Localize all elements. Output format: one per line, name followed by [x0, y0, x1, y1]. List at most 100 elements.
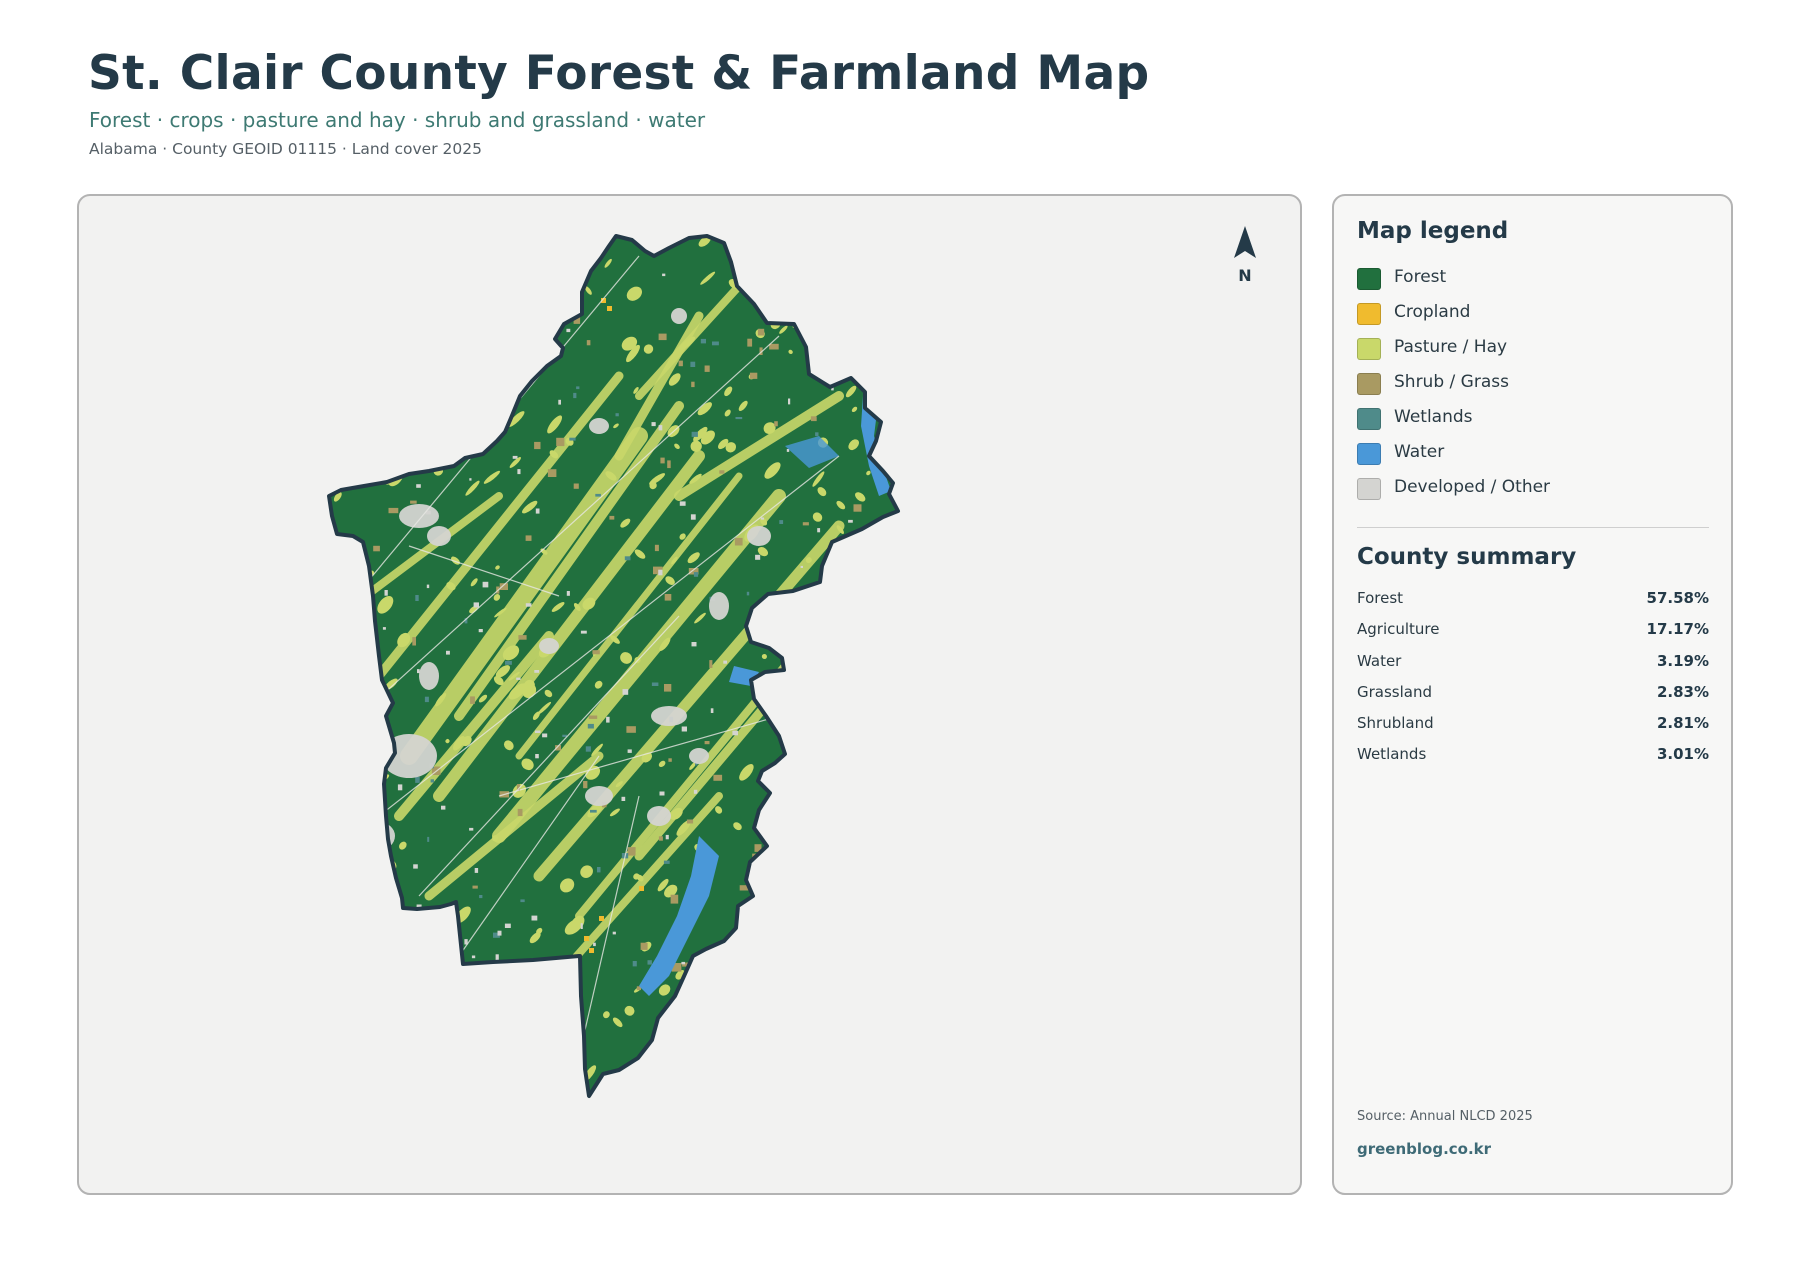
- pasture-patch: [487, 991, 496, 1001]
- pasture-patch: [370, 300, 376, 306]
- pasture-patch: [452, 334, 469, 352]
- wetland-patch: [819, 680, 825, 685]
- developed-patch: [469, 478, 472, 481]
- page-subtitle: Forest · crops · pasture and hay · shrub…: [89, 108, 706, 132]
- shrub-patch: [704, 365, 710, 372]
- pasture-patch: [823, 919, 840, 934]
- pasture-patch: [842, 681, 855, 693]
- developed-patch: [436, 453, 443, 457]
- legend-item-wetlands: Wetlands: [1357, 404, 1709, 439]
- shrub-patch: [660, 457, 665, 464]
- pasture-patch: [825, 885, 839, 898]
- pasture-patch: [536, 1003, 554, 1018]
- developed-patch: [760, 517, 764, 520]
- pasture-patch: [361, 845, 375, 860]
- pasture-patch: [821, 282, 832, 293]
- side-panel: Map legend Forest Cropland Pasture / Hay…: [1332, 194, 1733, 1195]
- pasture-patch: [842, 884, 853, 895]
- legend-swatch: [1357, 443, 1381, 465]
- developed-patch: [828, 867, 834, 871]
- county-map[interactable]: [79, 196, 1300, 1193]
- developed-patch: [535, 730, 541, 733]
- developed-patch: [441, 805, 446, 810]
- developed-patch: [357, 631, 361, 637]
- cropland-patch: [599, 916, 604, 921]
- developed-area: [399, 504, 439, 528]
- shrub-patch: [470, 696, 475, 704]
- pasture-patch: [544, 345, 554, 356]
- developed-patch: [819, 847, 823, 852]
- wetland-patch: [771, 963, 777, 970]
- developed-patch: [876, 972, 879, 978]
- developed-patch: [369, 883, 373, 889]
- developed-patch: [383, 936, 387, 941]
- developed-patch: [810, 639, 814, 646]
- developed-patch: [861, 794, 868, 798]
- pasture-patch: [449, 946, 459, 959]
- developed-area: [651, 706, 687, 726]
- shrub-patch: [658, 333, 667, 341]
- developed-patch: [471, 955, 476, 959]
- pasture-patch: [844, 559, 850, 566]
- pasture-patch: [491, 299, 501, 307]
- developed-patch: [665, 834, 669, 840]
- legend-item-shrub-grass: Shrub / Grass: [1357, 369, 1709, 404]
- legend-swatch: [1357, 268, 1381, 290]
- shrub-patch: [388, 507, 399, 514]
- credit-link[interactable]: greenblog.co.kr: [1357, 1140, 1491, 1158]
- pasture-patch: [815, 730, 826, 740]
- pasture-patch: [373, 454, 389, 472]
- developed-patch: [352, 806, 356, 812]
- wetland-patch: [770, 881, 774, 887]
- wetland-patch: [587, 723, 594, 729]
- legend-item-water: Water: [1357, 439, 1709, 474]
- developed-patch: [659, 791, 665, 796]
- summary-title: County summary: [1357, 544, 1577, 570]
- shrub-patch: [664, 684, 672, 692]
- developed-patch: [814, 649, 817, 655]
- legend-label: Cropland: [1394, 302, 1471, 322]
- legend-swatch: [1357, 338, 1381, 360]
- developed-patch: [681, 961, 685, 965]
- developed-patch: [517, 469, 521, 475]
- pasture-patch: [358, 917, 368, 927]
- pasture-patch: [413, 1070, 421, 1078]
- developed-patch: [507, 984, 514, 990]
- summary-value: 2.83%: [1656, 682, 1709, 701]
- shrub-patch: [853, 504, 862, 512]
- pasture-patch: [474, 317, 487, 331]
- wetland-patch: [746, 591, 750, 596]
- pasture-patch: [339, 382, 349, 392]
- shrub-patch: [769, 343, 779, 350]
- pasture-patch: [313, 533, 330, 551]
- summary-label: Wetlands: [1357, 745, 1427, 764]
- shrub-patch: [588, 715, 598, 719]
- developed-patch: [516, 677, 521, 680]
- shrub-patch: [488, 298, 494, 302]
- wetland-patch: [632, 961, 637, 967]
- summary-row-agriculture: Agriculture 17.17%: [1357, 617, 1709, 648]
- pasture-patch: [823, 666, 835, 680]
- shrub-patch: [709, 660, 713, 668]
- shrub-patch: [772, 893, 782, 902]
- developed-patch: [507, 301, 513, 308]
- developed-patch: [710, 708, 714, 713]
- pasture-patch: [374, 341, 385, 353]
- developed-patch: [495, 954, 499, 961]
- developed-patch: [369, 476, 373, 481]
- developed-patch: [416, 484, 421, 488]
- shrub-patch: [483, 388, 494, 396]
- summary-value: 17.17%: [1646, 620, 1709, 639]
- pasture-patch: [476, 426, 486, 437]
- pasture-patch: [727, 1015, 739, 1028]
- developed-patch: [710, 987, 713, 991]
- map-panel[interactable]: N: [77, 194, 1302, 1195]
- pasture-patch: [338, 368, 351, 384]
- wetland-patch: [576, 386, 580, 390]
- summary-row-water: Water 3.19%: [1357, 649, 1709, 680]
- legend-item-cropland: Cropland: [1357, 299, 1709, 334]
- pasture-patch: [812, 255, 827, 270]
- shrub-patch: [517, 808, 523, 817]
- shrub-patch: [749, 372, 758, 379]
- developed-patch: [372, 819, 378, 825]
